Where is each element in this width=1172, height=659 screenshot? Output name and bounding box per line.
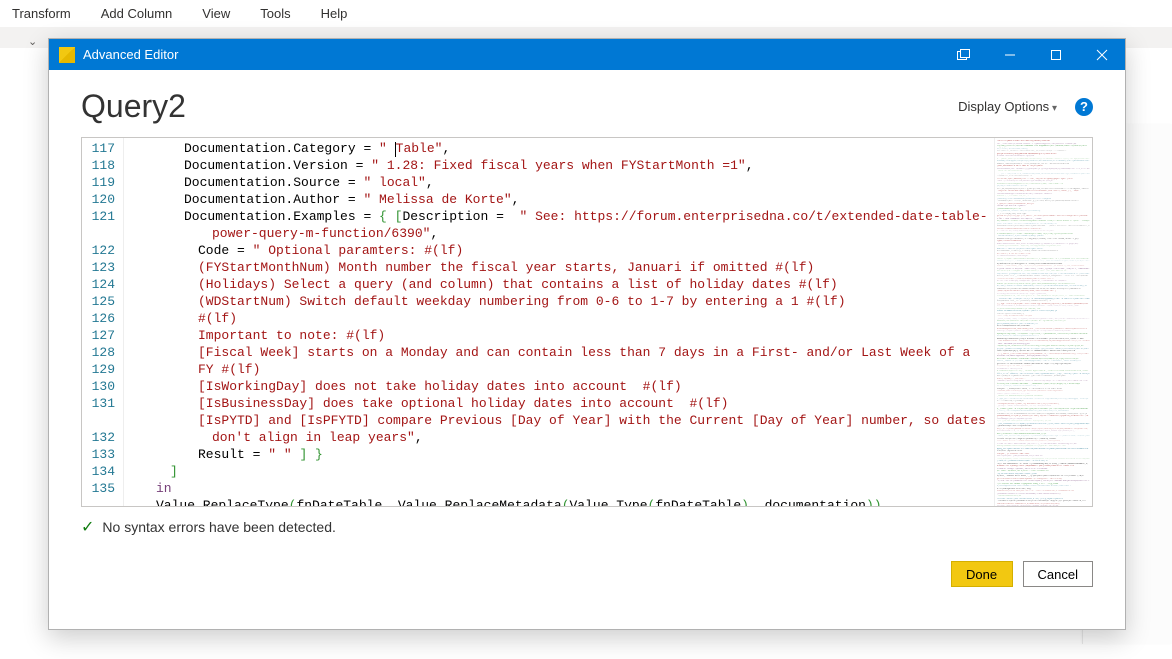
code-editor[interactable]: 117118119120121 122123124125126127128129…: [81, 137, 1093, 507]
syntax-status: ✓ No syntax errors have been detected.: [49, 507, 1125, 541]
advanced-editor-window: Advanced Editor Query2 Display Options ?…: [48, 38, 1126, 630]
query-name: Query2: [81, 88, 958, 125]
done-button[interactable]: Done: [951, 561, 1013, 587]
editor-header: Query2 Display Options ?: [49, 70, 1125, 137]
help-icon[interactable]: ?: [1075, 98, 1093, 116]
status-text: No syntax errors have been detected.: [102, 519, 335, 535]
cancel-button[interactable]: Cancel: [1023, 561, 1093, 587]
display-options-dropdown[interactable]: Display Options: [958, 99, 1057, 114]
check-icon: ✓: [81, 517, 94, 537]
window-title: Advanced Editor: [83, 47, 178, 62]
code-text-area[interactable]: Documentation.Category = " Table",Docume…: [124, 138, 994, 506]
ribbon-collapse-icon[interactable]: ⌄: [28, 35, 37, 48]
minimap[interactable]: !ZP>#/+S[GNM/4/SMG\:M<I-9ML2<@(MAI37(41F…: [994, 138, 1092, 506]
menu-item[interactable]: Tools: [260, 6, 290, 21]
powerbi-logo-icon: [59, 47, 75, 63]
menu-item[interactable]: Transform: [12, 6, 71, 21]
titlebar: Advanced Editor: [49, 39, 1125, 70]
pop-out-icon[interactable]: [941, 39, 987, 70]
line-gutter: 117118119120121 122123124125126127128129…: [82, 138, 124, 506]
menu-item[interactable]: View: [202, 6, 230, 21]
menu-item[interactable]: Help: [321, 6, 348, 21]
menu-item[interactable]: Add Column: [101, 6, 173, 21]
close-button[interactable]: [1079, 39, 1125, 70]
dialog-buttons: Done Cancel: [49, 541, 1125, 613]
maximize-button[interactable]: [1033, 39, 1079, 70]
app-menu: Transform Add Column View Tools Help: [0, 0, 1172, 27]
minimize-button[interactable]: [987, 39, 1033, 70]
